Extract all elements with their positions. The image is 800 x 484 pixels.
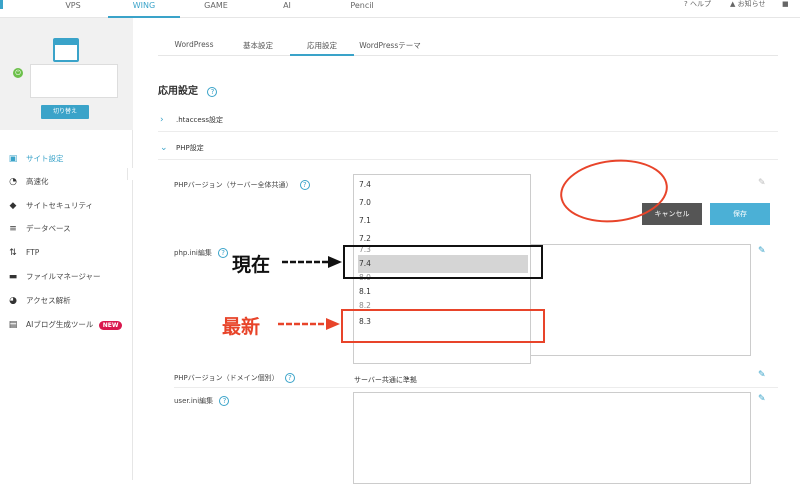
section-php[interactable]: ⌄ PHP設定 [158, 136, 778, 160]
sidebar-item-label: アクセス解析 [26, 296, 71, 305]
user-ini-textarea[interactable] [353, 392, 751, 484]
user-ini-label-text: user.ini編集 [174, 397, 214, 405]
help-icon: ? [684, 0, 688, 8]
sidebar-item-label: 高速化 [26, 177, 49, 186]
chevron-down-icon: ⌄ [160, 143, 168, 153]
current-annotation: 現在 [232, 254, 271, 276]
subtab-basic-settings[interactable]: 基本設定 [240, 40, 276, 56]
php-ini-label-text: php.ini編集 [174, 249, 212, 257]
section-htaccess[interactable]: › .htaccess設定 [158, 108, 778, 132]
sidebar-item-database[interactable]: ≡ データベース [0, 220, 133, 238]
database-icon: ≡ [9, 224, 17, 234]
chevron-right-icon: › [160, 115, 164, 125]
php-version-label-text: PHPバージョン（サーバー全体共通） [174, 181, 293, 189]
notice-link[interactable]: ▲ お知らせ [730, 0, 766, 9]
top-navigation: VPS WING GAME AI Pencil ? ヘルプ ▲ お知らせ ■ [0, 0, 800, 18]
help-link[interactable]: ? ヘルプ [684, 0, 711, 9]
pie-chart-icon: ◕ [9, 296, 17, 306]
sidebar-item-ai-blog[interactable]: ▤ AIブログ生成ツール NEW [0, 316, 133, 334]
sidebar-item-label: サイト設定 [26, 154, 64, 163]
pencil-icon[interactable]: ✎ [758, 246, 766, 256]
page-title-text: 応用設定 [158, 86, 198, 97]
arrow-icon [278, 318, 340, 330]
sidebar-item-security[interactable]: ◆ サイトセキュリティ [0, 197, 133, 215]
php-domain-value: サーバー共通に準拠 [354, 376, 417, 384]
document-icon: ▤ [8, 320, 18, 330]
bell-icon: ▲ [730, 0, 736, 8]
pencil-icon[interactable]: ✎ [758, 178, 766, 188]
user-icon[interactable]: ■ [782, 0, 789, 9]
latest-version-box [341, 309, 545, 343]
help-icon[interactable]: ? [219, 396, 230, 406]
sidebar-item-label: ファイルマネージャー [26, 272, 101, 281]
switch-button[interactable]: 切り替え [41, 105, 89, 119]
php-domain-label: PHPバージョン（ドメイン個別） ? [174, 373, 295, 383]
section-htaccess-label: .htaccess設定 [176, 116, 223, 124]
speed-icon: ◔ [9, 177, 17, 187]
sidebar-item-label: AIブログ生成ツール [26, 320, 94, 329]
save-button[interactable]: 保存 [710, 203, 770, 225]
site-settings-icon: ▣ [8, 154, 18, 164]
sidebar-item-label: サイトセキュリティ [26, 201, 94, 210]
php-ini-label: php.ini編集 ? [174, 248, 229, 258]
sidebar: ⏻ 切り替え ▣ サイト設定 ◔ 高速化 ◆ サイトセキュリティ ≡ データベー… [0, 18, 133, 480]
help-link-label: ヘルプ [689, 0, 711, 8]
page-title: 応用設定 ? [158, 82, 218, 97]
php-version-label: PHPバージョン（サーバー全体共通） ? [174, 180, 310, 190]
latest-annotation: 最新 [222, 316, 261, 338]
shield-icon: ◆ [9, 201, 17, 211]
sidebar-item-ftp[interactable]: ⇅ FTP [0, 244, 133, 262]
nav-tab-ai[interactable]: AI [276, 0, 298, 18]
server-window-icon [53, 38, 79, 62]
nav-tab-vps[interactable]: VPS [54, 0, 92, 18]
dropdown-option[interactable]: 8.1 [358, 283, 528, 301]
sub-tabs: WordPress 基本設定 応用設定 WordPressテーマ [158, 36, 778, 56]
new-badge: NEW [98, 320, 123, 330]
sidebar-item-analytics[interactable]: ◕ アクセス解析 [0, 292, 133, 310]
php-domain-label-text: PHPバージョン（ドメイン個別） [174, 374, 279, 382]
help-icon[interactable]: ? [207, 87, 218, 97]
pencil-icon[interactable]: ✎ [758, 394, 766, 404]
current-version-box [343, 245, 543, 279]
help-icon[interactable]: ? [284, 373, 295, 383]
nav-tab-wing[interactable]: WING [108, 0, 180, 18]
user-ini-label: user.ini編集 ? [174, 396, 230, 406]
subtab-advanced-settings[interactable]: 応用設定 [290, 40, 354, 56]
nav-tab-game[interactable]: GAME [196, 0, 236, 18]
folder-icon: ▬ [8, 272, 18, 282]
divider [174, 387, 778, 388]
transfer-icon: ⇅ [9, 248, 17, 258]
dropdown-option[interactable]: 7.1 [358, 212, 528, 230]
dropdown-current-value[interactable]: 7.4 [358, 176, 528, 194]
sidebar-item-file-manager[interactable]: ▬ ファイルマネージャー [0, 268, 133, 286]
pencil-icon[interactable]: ✎ [758, 370, 766, 380]
subtab-wordpress[interactable]: WordPress [170, 40, 218, 56]
brand-edge-mark [0, 0, 3, 9]
nav-tab-pencil[interactable]: Pencil [344, 0, 380, 18]
sidebar-item-label: データベース [26, 224, 71, 233]
power-icon: ⏻ [13, 68, 23, 78]
server-name-box [30, 64, 118, 98]
sidebar-item-label: FTP [26, 248, 40, 257]
help-icon[interactable]: ? [299, 180, 310, 190]
arrow-icon [282, 256, 342, 268]
subtab-wordpress-theme[interactable]: WordPressテーマ [358, 40, 422, 56]
sidebar-item-site-settings[interactable]: ▣ サイト設定 [0, 150, 133, 168]
notice-link-label: お知らせ [737, 0, 766, 8]
sidebar-active-caret [127, 168, 133, 180]
server-panel: ⏻ 切り替え [0, 18, 133, 130]
sidebar-item-speed[interactable]: ◔ 高速化 [0, 173, 133, 191]
dropdown-option[interactable]: 7.0 [358, 194, 528, 212]
help-icon[interactable]: ? [218, 248, 229, 258]
section-php-label: PHP設定 [176, 144, 204, 152]
